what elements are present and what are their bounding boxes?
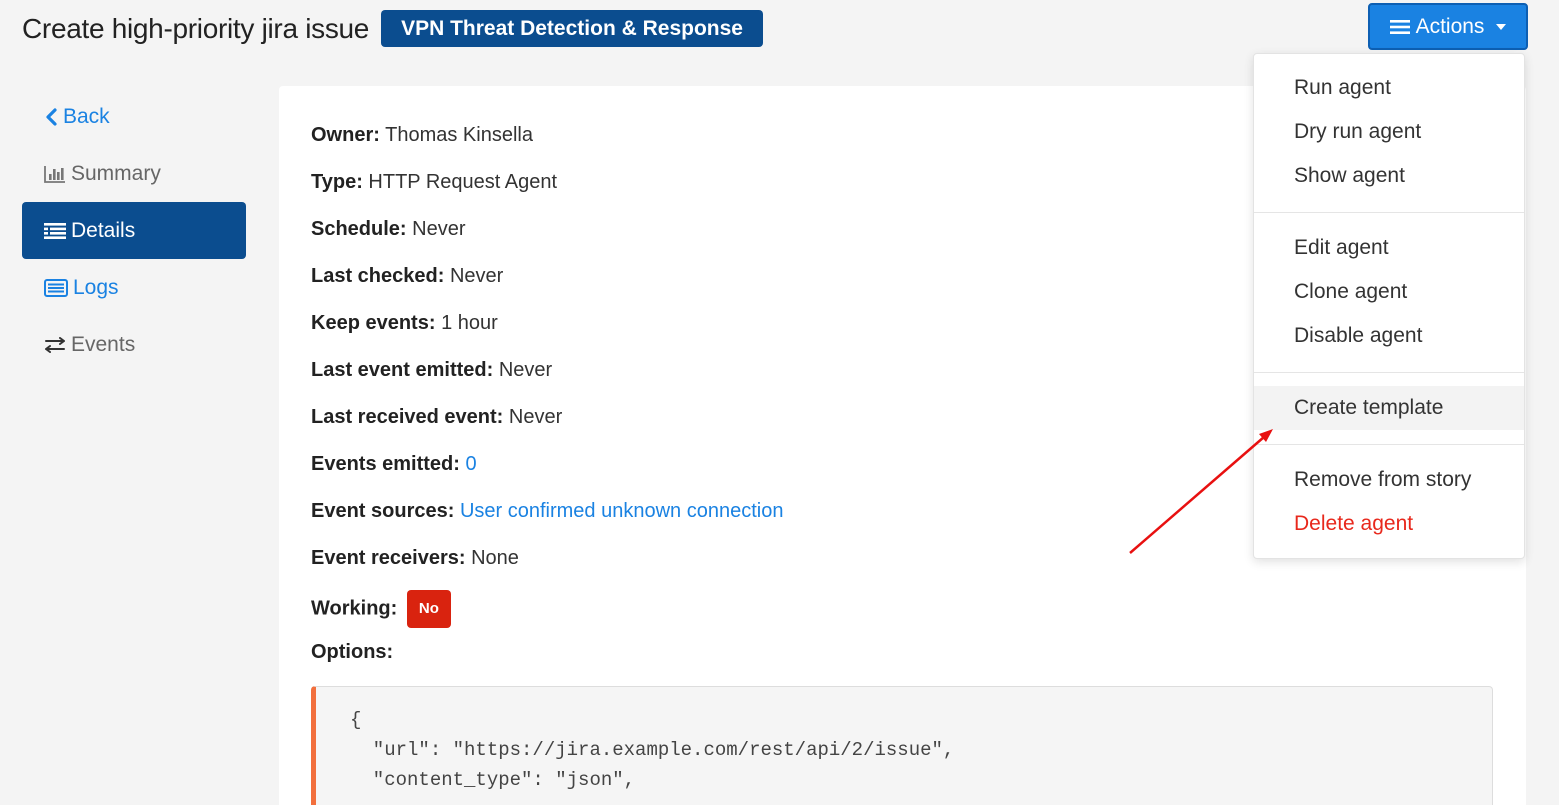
menu-divider	[1254, 212, 1524, 213]
detail-events-emitted: Events emitted: 0	[311, 449, 783, 496]
sidebar-item-label: Details	[71, 218, 136, 242]
detail-value: Never	[449, 265, 504, 287]
working-status-badge: No	[406, 590, 451, 628]
events-emitted-link[interactable]: 0	[466, 453, 477, 475]
detail-label: Schedule:	[311, 218, 407, 240]
detail-value: 1 hour	[441, 312, 498, 334]
code-line: {	[350, 709, 362, 731]
detail-working: Working: No	[311, 590, 783, 637]
detail-event-receivers: Event receivers: None	[311, 543, 783, 590]
detail-label: Events emitted:	[311, 453, 460, 475]
detail-value: HTTP Request Agent	[368, 171, 558, 193]
menu-item-disable-agent[interactable]: Disable agent	[1254, 314, 1524, 358]
detail-last-checked: Last checked: Never	[311, 261, 783, 308]
detail-value: Thomas Kinsella	[385, 124, 533, 146]
sidebar-item-summary[interactable]: Summary	[22, 145, 246, 202]
detail-label: Keep events:	[311, 312, 436, 334]
detail-last-received-event: Last received event: Never	[311, 402, 783, 449]
caret-down-icon	[1496, 23, 1507, 30]
options-code-block: { "url": "https://jira.example.com/rest/…	[311, 686, 1493, 805]
actions-button[interactable]: Actions	[1368, 3, 1528, 50]
detail-label: Last event emitted:	[311, 359, 494, 381]
sidebar-item-logs[interactable]: Logs	[22, 259, 246, 316]
page-header: Create high-priority jira issue VPN Thre…	[22, 10, 763, 47]
sidebar-item-label: Events	[71, 332, 136, 356]
detail-label: Working:	[311, 597, 398, 620]
code-line: "content_type": "json",	[350, 769, 636, 791]
sidebar-nav: Back Summary Details Logs Events	[22, 88, 246, 373]
detail-value: Never	[508, 406, 563, 428]
detail-value: None	[471, 547, 519, 569]
list-icon	[44, 222, 66, 239]
detail-label: Owner:	[311, 124, 380, 146]
bar-chart-icon	[44, 165, 65, 183]
detail-event-sources: Event sources: User confirmed unknown co…	[311, 496, 783, 543]
detail-value: Never	[412, 218, 466, 240]
story-badge[interactable]: VPN Threat Detection & Response	[381, 10, 763, 47]
detail-type: Type: HTTP Request Agent	[311, 167, 783, 214]
actions-button-label: Actions	[1415, 14, 1485, 38]
detail-label: Last checked:	[311, 265, 445, 287]
detail-last-event-emitted: Last event emitted: Never	[311, 355, 783, 402]
detail-options: Options:	[311, 637, 783, 684]
logs-icon	[44, 278, 68, 297]
detail-schedule: Schedule: Never	[311, 214, 783, 261]
detail-label: Last received event:	[311, 406, 504, 428]
sidebar-item-label: Summary	[71, 161, 161, 185]
menu-item-edit-agent[interactable]: Edit agent	[1254, 226, 1524, 270]
agent-details: Owner: Thomas Kinsella Type: HTTP Reques…	[311, 120, 783, 684]
menu-item-remove-from-story[interactable]: Remove from story	[1254, 458, 1524, 502]
page-title: Create high-priority jira issue	[22, 12, 370, 44]
menu-divider	[1254, 444, 1524, 445]
detail-owner: Owner: Thomas Kinsella	[311, 120, 783, 167]
detail-label: Options:	[311, 641, 394, 663]
detail-value: Never	[498, 359, 553, 381]
actions-dropdown-menu: Run agent Dry run agent Show agent Edit …	[1253, 53, 1525, 559]
detail-label: Event sources:	[311, 500, 455, 522]
menu-divider	[1254, 372, 1524, 373]
detail-keep-events: Keep events: 1 hour	[311, 308, 783, 355]
exchange-icon	[45, 336, 65, 353]
menu-item-delete-agent[interactable]: Delete agent	[1254, 502, 1524, 546]
detail-label: Type:	[311, 171, 363, 193]
code-line: "url": "https://jira.example.com/rest/ap…	[350, 739, 955, 761]
sidebar-item-label: Logs	[73, 275, 119, 299]
menu-item-dry-run-agent[interactable]: Dry run agent	[1254, 110, 1524, 154]
hamburger-icon	[1389, 19, 1410, 34]
menu-item-run-agent[interactable]: Run agent	[1254, 66, 1524, 110]
menu-item-create-template[interactable]: Create template	[1254, 386, 1524, 430]
menu-item-clone-agent[interactable]: Clone agent	[1254, 270, 1524, 314]
chevron-left-icon	[46, 107, 57, 126]
sidebar-item-back[interactable]: Back	[22, 88, 246, 145]
detail-label: Event receivers:	[311, 547, 466, 569]
sidebar-item-label: Back	[63, 104, 110, 128]
event-source-link[interactable]: User confirmed unknown connection	[460, 500, 784, 522]
menu-item-show-agent[interactable]: Show agent	[1254, 154, 1524, 198]
sidebar-item-events[interactable]: Events	[22, 316, 246, 373]
sidebar-item-details[interactable]: Details	[22, 202, 246, 259]
